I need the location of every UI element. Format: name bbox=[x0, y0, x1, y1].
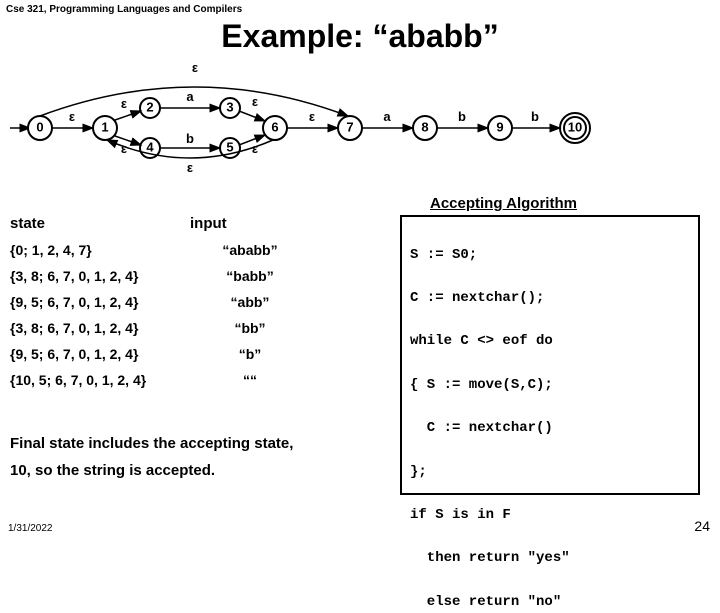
algorithm-box: S := S0; C := nextchar(); while C <> eof… bbox=[400, 215, 700, 495]
node-6: 6 bbox=[271, 119, 278, 134]
algo-line: }; bbox=[410, 464, 427, 480]
algo-line: else return "no" bbox=[410, 594, 561, 610]
state-cell: {10, 5; 6, 7, 0, 1, 2, 4} bbox=[10, 372, 190, 388]
algo-line: C := nextchar() bbox=[410, 420, 553, 436]
algo-line: { S := move(S,C); bbox=[410, 377, 553, 393]
state-cell: {0; 1, 2, 4, 7} bbox=[10, 242, 190, 258]
node-4: 4 bbox=[146, 139, 154, 154]
edge-b-9-10: b bbox=[531, 109, 539, 124]
page-number: 24 bbox=[694, 518, 710, 534]
state-cell: {3, 8; 6, 7, 0, 1, 2, 4} bbox=[10, 268, 190, 284]
node-8: 8 bbox=[421, 119, 428, 134]
table-row: {9, 5; 6, 7, 0, 1, 2, 4} “b” bbox=[10, 346, 390, 362]
input-cell: “abb” bbox=[190, 294, 310, 310]
slide-date: 1/31/2022 bbox=[8, 523, 53, 534]
course-label: Cse 321, Programming Languages and Compi… bbox=[6, 4, 242, 15]
col-state-header: state bbox=[10, 215, 190, 232]
conclusion-line1: Final state includes the accepting state… bbox=[10, 430, 390, 457]
state-cell: {3, 8; 6, 7, 0, 1, 2, 4} bbox=[10, 320, 190, 336]
state-cell: {9, 5; 6, 7, 0, 1, 2, 4} bbox=[10, 294, 190, 310]
input-cell: “bb” bbox=[190, 320, 310, 336]
edge-eps-1-4: ε bbox=[121, 141, 127, 156]
node-1: 1 bbox=[101, 119, 108, 134]
algo-line: while C <> eof do bbox=[410, 333, 553, 349]
conclusion: Final state includes the accepting state… bbox=[10, 430, 390, 484]
algo-line: then return "yes" bbox=[410, 550, 570, 566]
col-input-header: input bbox=[190, 215, 227, 232]
edge-eps-6-1: ε bbox=[187, 160, 193, 175]
node-5: 5 bbox=[226, 139, 233, 154]
edge-eps-1-2: ε bbox=[121, 96, 127, 111]
algo-line: S := S0; bbox=[410, 247, 477, 263]
conclusion-line2: 10, so the string is accepted. bbox=[10, 457, 390, 484]
input-cell: “ababb” bbox=[190, 242, 310, 258]
table-row: {3, 8; 6, 7, 0, 1, 2, 4} “babb” bbox=[10, 268, 390, 284]
edge-eps-5-6: ε bbox=[252, 141, 258, 156]
table-row: {10, 5; 6, 7, 0, 1, 2, 4} ““ bbox=[10, 372, 390, 388]
edge-eps-0-7: ε bbox=[192, 60, 198, 75]
edge-eps-0-1: ε bbox=[69, 109, 75, 124]
table-row: {3, 8; 6, 7, 0, 1, 2, 4} “bb” bbox=[10, 320, 390, 336]
node-7: 7 bbox=[346, 119, 353, 134]
node-9: 9 bbox=[496, 119, 503, 134]
table-row: {0; 1, 2, 4, 7} “ababb” bbox=[10, 242, 390, 258]
edge-eps-3-6: ε bbox=[252, 94, 258, 109]
table-row: {9, 5; 6, 7, 0, 1, 2, 4} “abb” bbox=[10, 294, 390, 310]
trace-table: state input {0; 1, 2, 4, 7} “ababb” {3, … bbox=[10, 215, 390, 398]
edge-a-7-8: a bbox=[383, 109, 391, 124]
node-0: 0 bbox=[36, 119, 43, 134]
page-title: Example: “ababb” bbox=[0, 18, 720, 55]
algorithm-title: Accepting Algorithm bbox=[430, 195, 577, 212]
edge-eps-6-7: ε bbox=[309, 109, 315, 124]
edge-b-8-9: b bbox=[458, 109, 466, 124]
algo-line: if S is in F bbox=[410, 507, 511, 523]
edge-a-2-3: a bbox=[186, 89, 194, 104]
input-cell: “babb” bbox=[190, 268, 310, 284]
edge-b-4-5: b bbox=[186, 131, 194, 146]
node-2: 2 bbox=[146, 99, 153, 114]
input-cell: ““ bbox=[190, 372, 310, 388]
algo-line: C := nextchar(); bbox=[410, 290, 544, 306]
state-cell: {9, 5; 6, 7, 0, 1, 2, 4} bbox=[10, 346, 190, 362]
node-3: 3 bbox=[226, 99, 233, 114]
input-cell: “b” bbox=[190, 346, 310, 362]
node-10: 10 bbox=[568, 119, 582, 134]
nfa-diagram: 0 1 2 3 4 5 6 7 8 9 10 ε ε ε a b ε ε ε a… bbox=[10, 58, 690, 178]
